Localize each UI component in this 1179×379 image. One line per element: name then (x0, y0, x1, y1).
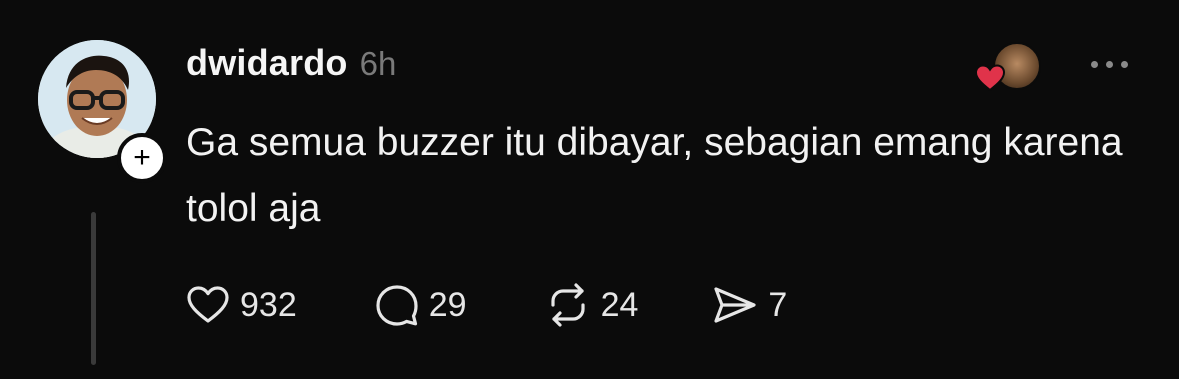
author-avatar[interactable]: + (38, 40, 167, 183)
post-text: Ga semua buzzer itu dibayar, sebagian em… (186, 121, 1123, 230)
follow-button[interactable]: + (117, 133, 167, 183)
repost-icon (550, 283, 585, 327)
reply-button[interactable]: 29 (375, 283, 467, 327)
reply-count: 29 (428, 285, 467, 324)
post-actions: 932 29 24 7 (186, 280, 787, 330)
plus-icon: + (133, 141, 151, 174)
post-header: dwidardo 6h (186, 42, 396, 88)
heart-outline-icon (187, 286, 229, 323)
share-count: 7 (768, 285, 788, 324)
liked-by-indicator[interactable] (975, 42, 1041, 94)
thread-post: + dwidardo 6h Ga semua buzzer itu dibaya… (0, 0, 1179, 379)
like-count: 932 (240, 285, 297, 324)
thread-connector-line (91, 212, 96, 365)
post-timestamp: 6h (359, 45, 397, 82)
more-icon (1090, 60, 1098, 68)
username[interactable]: dwidardo (186, 42, 348, 84)
like-button[interactable]: 932 (186, 285, 297, 325)
heart-icon (975, 64, 1005, 92)
send-icon (714, 287, 756, 323)
share-button[interactable]: 7 (712, 285, 787, 325)
more-options-button[interactable] (1084, 52, 1134, 76)
repost-count: 24 (600, 285, 639, 324)
comment-icon (376, 285, 418, 326)
repost-button[interactable]: 24 (545, 283, 639, 327)
